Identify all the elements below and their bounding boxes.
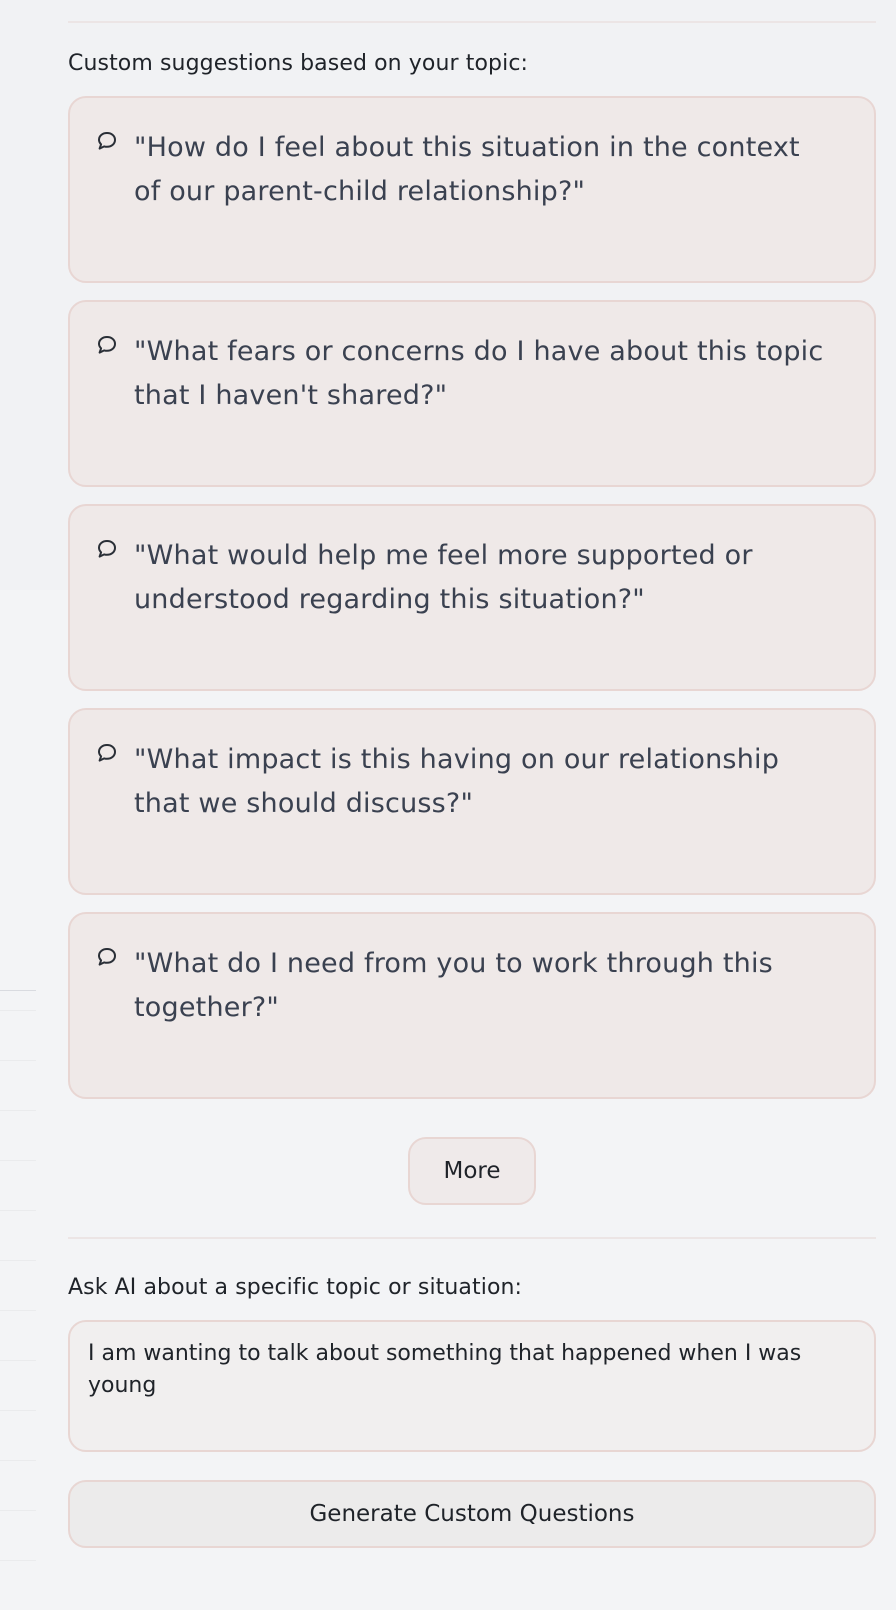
background-divider [0, 990, 36, 991]
background-grid [0, 1010, 36, 1610]
ask-ai-heading: Ask AI about a specific topic or situati… [68, 1275, 523, 1300]
suggestion-text: "How do I feel about this situation in t… [134, 132, 800, 207]
section-divider [68, 1237, 876, 1239]
suggestion-text: "What do I need from you to work through… [134, 948, 773, 1023]
topic-input[interactable]: I am wanting to talk about something tha… [68, 1320, 876, 1452]
suggestion-card[interactable]: "What fears or concerns do I have about … [68, 300, 876, 487]
more-button-row: More [68, 1137, 876, 1205]
question-panel: Custom suggestions based on your topic: … [68, 0, 876, 1548]
speech-bubble-icon [98, 540, 116, 558]
suggestion-card[interactable]: "What would help me feel more supported … [68, 504, 876, 691]
suggestions-heading: Custom suggestions based on your topic: [68, 51, 529, 76]
suggestion-card[interactable]: "What do I need from you to work through… [68, 912, 876, 1099]
generate-custom-questions-button[interactable]: Generate Custom Questions [68, 1480, 876, 1548]
suggestion-text: "What would help me feel more supported … [134, 540, 753, 615]
section-divider [68, 21, 876, 23]
suggestion-card[interactable]: "How do I feel about this situation in t… [68, 96, 876, 283]
suggestion-text: "What fears or concerns do I have about … [134, 336, 824, 411]
speech-bubble-icon [98, 948, 116, 966]
suggestion-text: "What impact is this having on our relat… [134, 744, 780, 819]
speech-bubble-icon [98, 132, 116, 150]
speech-bubble-icon [98, 744, 116, 762]
speech-bubble-icon [98, 336, 116, 354]
suggestion-list: "How do I feel about this situation in t… [68, 96, 876, 1099]
more-button[interactable]: More [408, 1137, 536, 1205]
suggestion-card[interactable]: "What impact is this having on our relat… [68, 708, 876, 895]
